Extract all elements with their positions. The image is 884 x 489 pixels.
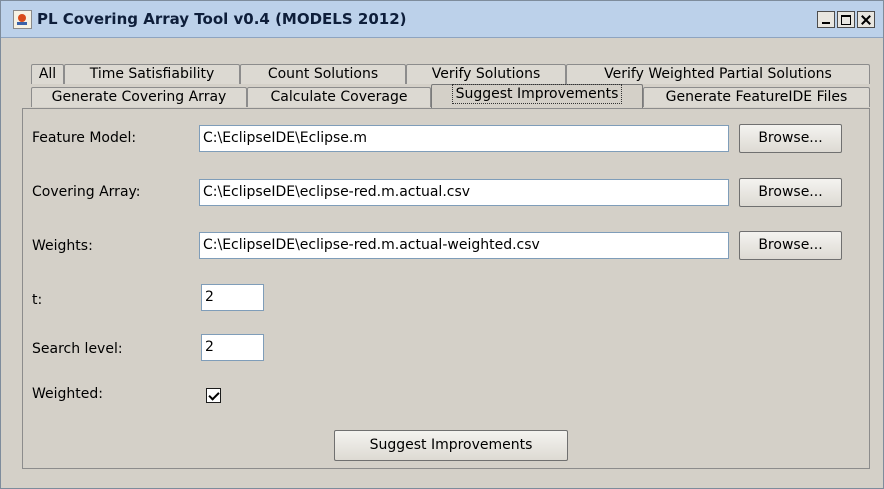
tab-label: Calculate Coverage [270,89,408,105]
weights-input[interactable]: C:\EclipseIDE\eclipse-red.m.actual-weigh… [199,232,729,259]
title-bar[interactable]: PL Covering Array Tool v0.4 (MODELS 2012… [1,1,883,38]
weights-browse-button[interactable]: Browse... [739,231,842,260]
tab-label: Suggest Improvements [451,84,623,104]
tab-label: Time Satisfiability [89,66,215,82]
app-window: PL Covering Array Tool v0.4 (MODELS 2012… [0,0,884,489]
maximize-button[interactable] [837,11,855,28]
suggest-improvements-button[interactable]: Suggest Improvements [334,430,568,461]
tab-generate-featureide-files[interactable]: Generate FeatureIDE Files [643,87,870,107]
tab-time-satisfiability[interactable]: Time Satisfiability [64,64,240,84]
tab-count-solutions[interactable]: Count Solutions [240,64,406,84]
covering-array-label: Covering Array: [32,184,141,200]
weighted-checkbox[interactable] [206,388,221,403]
tab-label: All [38,66,57,82]
t-input[interactable]: 2 [201,284,264,311]
tab-label: Verify Weighted Partial Solutions [604,66,832,82]
tab-label: Generate FeatureIDE Files [665,89,848,105]
tab-label: Count Solutions [267,66,379,82]
covering-array-browse-button[interactable]: Browse... [739,178,842,207]
window-title: PL Covering Array Tool v0.4 (MODELS 2012… [37,10,407,28]
tab-all[interactable]: All [31,64,64,84]
t-label: t: [32,292,43,308]
feature-model-input[interactable]: C:\EclipseIDE\Eclipse.m [199,125,729,152]
tab-suggest-improvements[interactable]: Suggest Improvements [431,84,643,108]
search-level-input[interactable]: 2 [201,334,264,361]
close-button[interactable] [857,11,875,28]
covering-array-input[interactable]: C:\EclipseIDE\eclipse-red.m.actual.csv [199,179,729,206]
tab-label: Generate Covering Array [51,89,227,105]
minimize-button[interactable] [817,11,835,28]
tab-label: Verify Solutions [431,66,541,82]
tab-calculate-coverage[interactable]: Calculate Coverage [247,87,431,107]
feature-model-browse-button[interactable]: Browse... [739,124,842,153]
java-icon [13,10,32,29]
weights-label: Weights: [32,238,93,254]
tab-generate-covering-array[interactable]: Generate Covering Array [31,87,247,107]
weighted-label: Weighted: [32,386,103,402]
search-level-label: Search level: [32,341,123,357]
suggest-improvements-panel [22,108,870,469]
tab-verify-solutions[interactable]: Verify Solutions [406,64,566,84]
feature-model-label: Feature Model: [32,130,137,146]
tab-verify-weighted-partial-solutions[interactable]: Verify Weighted Partial Solutions [566,64,870,84]
